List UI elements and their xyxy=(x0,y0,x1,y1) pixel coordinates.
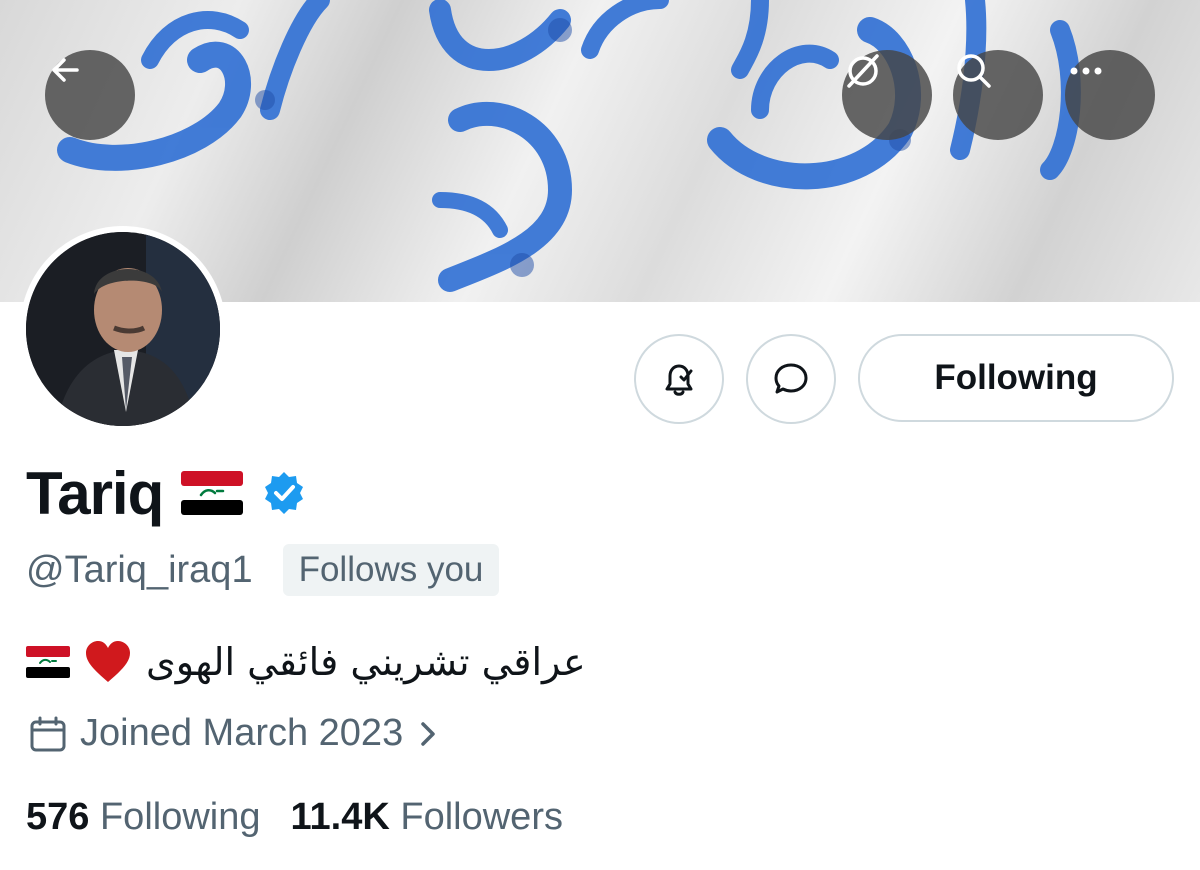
chevron-right-icon xyxy=(421,721,435,746)
following-count: 576 xyxy=(26,796,90,838)
hide-translate-icon xyxy=(847,54,879,88)
display-name: Tariq xyxy=(26,459,164,527)
translate-toggle-button[interactable] xyxy=(842,50,932,140)
iraq-flag-icon xyxy=(181,471,244,515)
bell-check-icon xyxy=(665,364,693,396)
joined-date: Joined March 2023 xyxy=(80,712,404,754)
joined-date-link[interactable]: Joined March 2023 xyxy=(28,712,441,755)
handle-row: @Tariq_iraq1 Follows you xyxy=(26,544,500,596)
follow-stats: 576 Following 11.4K Followers xyxy=(26,796,563,839)
user-handle: @Tariq_iraq1 xyxy=(26,548,253,591)
bio: عراقي تشريني فائقي الهوى xyxy=(26,640,586,684)
followers-count: 11.4K xyxy=(290,796,390,838)
bio-text: عراقي تشريني فائقي الهوى xyxy=(146,640,586,684)
calendar-icon xyxy=(30,716,66,751)
avatar-photo xyxy=(26,232,220,426)
notifications-button[interactable] xyxy=(634,334,724,424)
following-label: Following xyxy=(99,796,261,838)
red-heart-emoji xyxy=(86,641,130,682)
arrow-left-icon xyxy=(52,58,79,82)
more-horizontal-icon xyxy=(1070,67,1102,75)
follows-you-badge: Follows you xyxy=(282,544,500,596)
iraq-flag-emoji xyxy=(26,646,70,678)
search-icon xyxy=(957,54,991,88)
following-button[interactable]: Following xyxy=(858,334,1174,422)
followers-label: Followers xyxy=(400,796,563,838)
name-row: Tariq xyxy=(26,458,307,528)
message-bubble-icon xyxy=(774,363,808,394)
search-button[interactable] xyxy=(953,50,1043,140)
following-stat[interactable]: 576 Following xyxy=(26,796,261,839)
profile-avatar[interactable] xyxy=(20,226,226,432)
back-button[interactable] xyxy=(45,50,135,140)
verified-badge-icon[interactable] xyxy=(261,470,307,516)
more-options-button[interactable] xyxy=(1065,50,1155,140)
followers-stat[interactable]: 11.4K Followers xyxy=(291,796,563,839)
message-button[interactable] xyxy=(746,334,836,424)
